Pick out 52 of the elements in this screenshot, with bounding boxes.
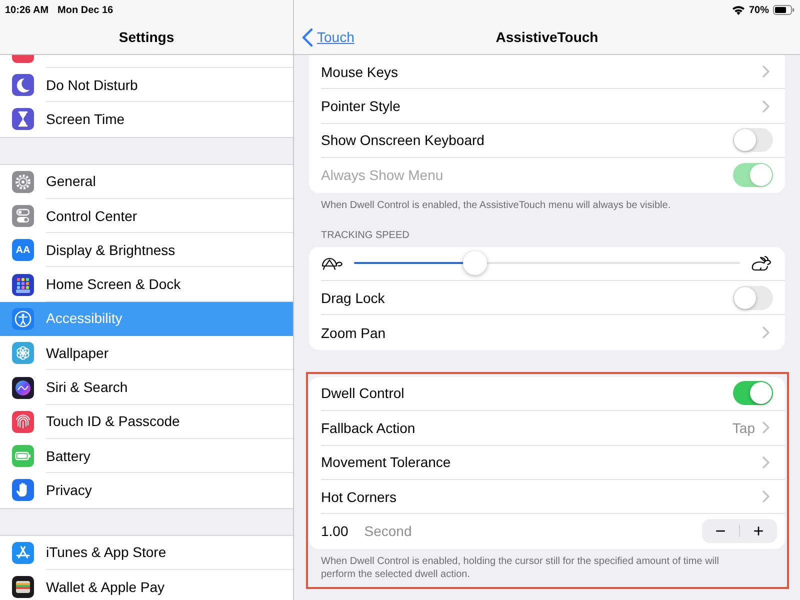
chevron-icon <box>762 65 770 78</box>
rabbit-icon <box>751 256 773 271</box>
chevron-icon <box>762 490 770 504</box>
settings-row[interactable]: Fallback Action Tap <box>321 411 785 446</box>
settings-row[interactable]: Zoom Pan <box>321 315 785 350</box>
slider-thumb[interactable] <box>462 251 487 276</box>
setting-label: Dwell Control <box>321 385 406 402</box>
sidebar-item[interactable]: General <box>0 164 293 199</box>
back-button[interactable]: Touch <box>302 28 354 46</box>
setting-label: Drag Lock <box>321 290 386 306</box>
letters-icon: AA <box>12 239 34 262</box>
chevron-icon <box>762 100 770 113</box>
sidebar-item[interactable]: Wallpaper <box>0 336 293 370</box>
toggle-switch[interactable] <box>733 381 773 406</box>
sidebar-item[interactable]: Siri & Search <box>0 370 293 405</box>
chevron-icon <box>302 28 313 46</box>
wifi-icon <box>732 5 745 15</box>
status-time: 10:26 AM <box>5 4 49 16</box>
sidebar-item[interactable]: Do Not Disturb <box>0 68 293 102</box>
turtle-icon <box>321 256 343 270</box>
toggle-switch[interactable] <box>733 128 773 152</box>
sidebar-item[interactable]: Privacy <box>0 473 293 508</box>
setting-label: Show Onscreen Keyboard <box>321 132 486 148</box>
sidebar-item[interactable]: Screen Time <box>0 102 293 137</box>
settings-row[interactable]: Pointer Style <box>321 89 785 124</box>
sidebar-item[interactable]: Control Center <box>0 198 293 234</box>
unit-label: Second <box>364 523 413 540</box>
stepper-value: 1.00 <box>321 523 348 540</box>
sidebar-item[interactable]: iTunes & App Store <box>0 536 293 570</box>
sidebar-item[interactable]: Wallet & Apple Pay <box>0 570 293 600</box>
status-date: Mon Dec 16 <box>58 4 114 16</box>
sidebar-title: Settings <box>118 29 174 45</box>
settings-row[interactable]: Mouse Keys <box>321 55 785 90</box>
page-title: AssistiveTouch <box>496 29 598 45</box>
chevron-icon <box>762 421 770 434</box>
footer-note: When Dwell Control is enabled, holding the cursor still for the specified amount of time will perform the selected dwell action. <box>321 554 720 581</box>
minus-button[interactable]: − <box>702 519 739 544</box>
battery-icon <box>773 5 795 15</box>
battery-percent: 70% <box>748 4 769 16</box>
sidebar-item[interactable]: AA Display & Brightness <box>0 233 293 268</box>
settings-row[interactable]: Movement Tolerance <box>321 446 785 480</box>
sidebar-item[interactable]: Touch ID & Passcode <box>0 404 293 439</box>
slider-track[interactable] <box>354 251 740 276</box>
chevron-icon <box>762 326 770 340</box>
setting-label: Always Show Menu <box>321 167 444 184</box>
plus-button[interactable]: + <box>740 519 777 544</box>
footer-note: When Dwell Control is enabled, the AssistiveTouch menu will always be visible. <box>321 198 672 212</box>
section-header: TRACKING SPEED <box>321 228 410 242</box>
sidebar-item[interactable]: Battery <box>0 438 293 474</box>
toggle-switch[interactable] <box>733 286 773 310</box>
chevron-icon <box>762 456 770 469</box>
settings-row[interactable]: Hot Corners <box>321 480 785 514</box>
